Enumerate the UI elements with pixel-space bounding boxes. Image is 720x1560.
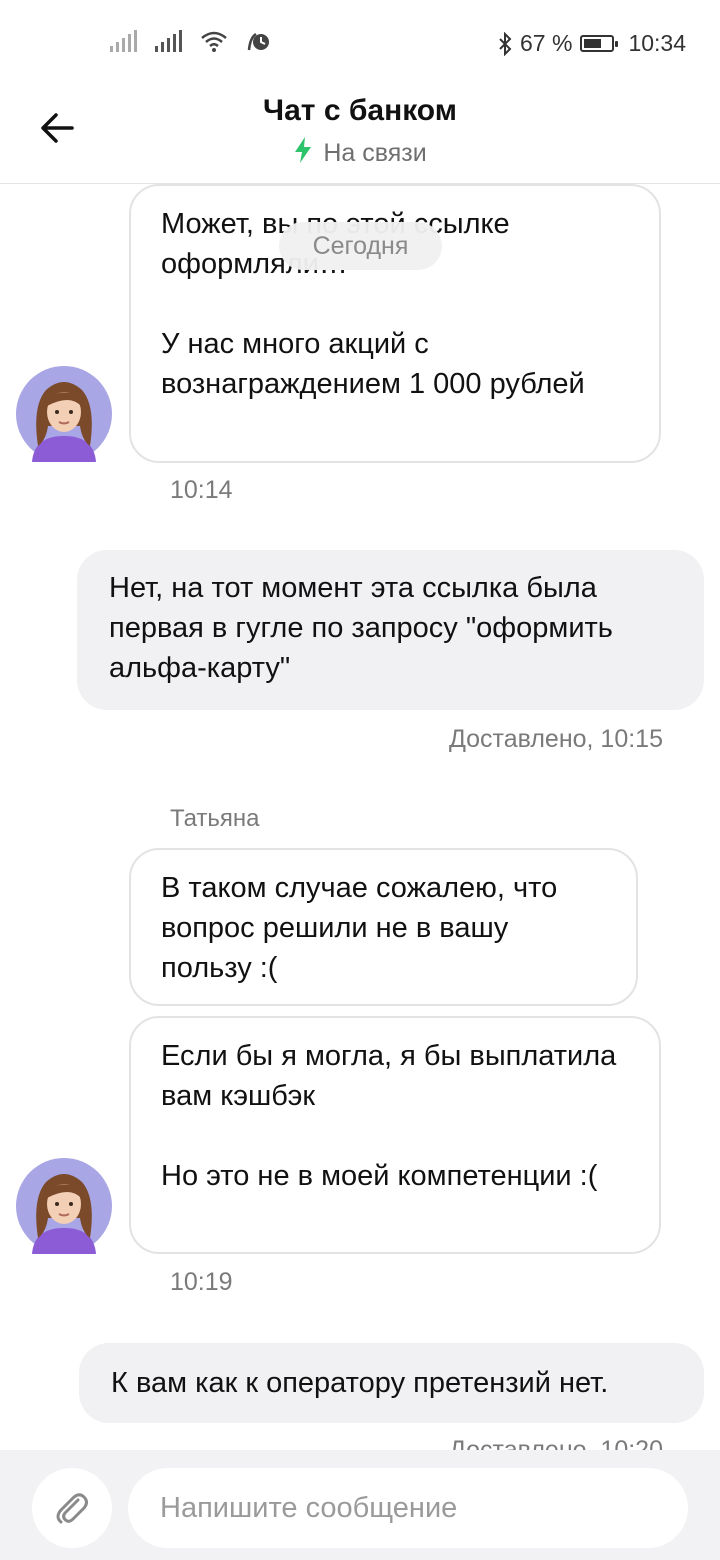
operator-avatar-icon [16, 1158, 112, 1254]
data-saver-icon [247, 32, 269, 51]
paperclip-icon [56, 1493, 88, 1524]
lightning-icon [295, 137, 312, 163]
signal-sim1-icon [110, 30, 137, 52]
battery-percent: 67 % [520, 30, 573, 56]
chat-header: Чат с банком На связи [0, 88, 720, 184]
incoming-message: В таком случае сожалею, что вопрос решил… [129, 848, 638, 1006]
message-text: Нет, на тот момент эта ссылка была перва… [109, 572, 613, 684]
delivery-status: Доставлено, 10:15 [448, 725, 663, 753]
battery-level [584, 39, 602, 48]
page-title: Чат с банком [263, 94, 457, 127]
delivery-status: Доставлено, 10:20 [448, 1436, 663, 1450]
message-list[interactable]: Может, вы по этой ссылке оформляли… У на… [0, 184, 720, 1450]
date-separator: Сегодня [279, 222, 442, 270]
sender-name: Татьяна [170, 805, 260, 832]
status-bar: 67 % 10:34 [0, 0, 720, 88]
message-text: Если бы я могла, я бы выплатила вам кэшб… [161, 1040, 617, 1192]
operator-avatar-icon [16, 366, 112, 462]
online-status: На связи [0, 136, 720, 168]
signal-sim2-icon [155, 30, 182, 52]
bluetooth-icon [499, 31, 512, 56]
message-input[interactable] [128, 1468, 688, 1548]
status-icons-left [110, 30, 272, 52]
battery-icon [580, 35, 619, 52]
incoming-message: Если бы я могла, я бы выплатила вам кэшб… [129, 1016, 661, 1254]
attach-button[interactable] [32, 1468, 112, 1548]
status-icons-right: 67 % 10:34 [498, 30, 686, 57]
message-time: 10:19 [170, 1268, 233, 1296]
wifi-icon [201, 31, 227, 52]
outgoing-message: К вам как к оператору претензий нет. [79, 1343, 704, 1423]
outgoing-message: Нет, на тот момент эта ссылка была перва… [77, 550, 704, 710]
online-status-label: На связи [323, 139, 427, 167]
composer [0, 1450, 720, 1560]
message-text: К вам как к оператору претензий нет. [111, 1367, 609, 1399]
clock: 10:34 [628, 30, 686, 56]
message-time: 10:14 [170, 476, 233, 504]
message-text: В таком случае сожалею, что вопрос решил… [161, 872, 558, 984]
